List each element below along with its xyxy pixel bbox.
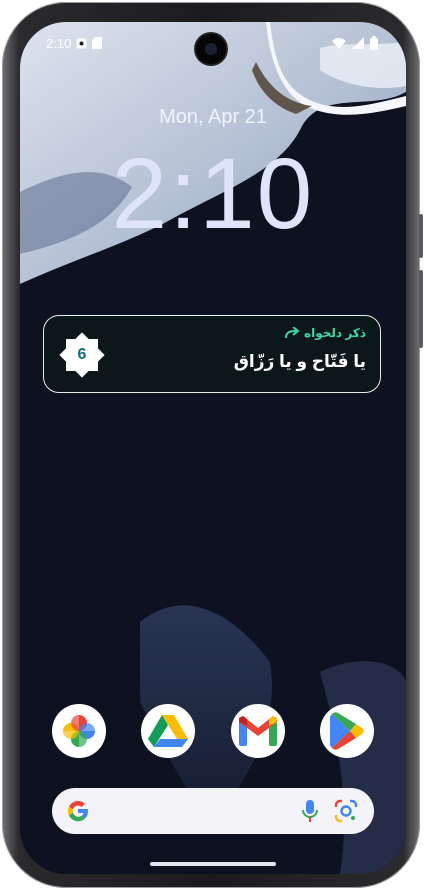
volume-button — [419, 270, 423, 348]
counter-badge: 6 — [54, 327, 110, 383]
google-drive-icon — [148, 715, 189, 747]
widget-subtitle-text: ذکر دلخواه — [304, 326, 366, 340]
counter-number: 6 — [77, 346, 87, 363]
play-store-app[interactable] — [319, 704, 374, 758]
home-gesture-bar[interactable] — [150, 862, 276, 866]
gmail-icon — [238, 716, 277, 746]
share-arrow-icon — [285, 327, 300, 339]
wifi-icon — [332, 37, 346, 49]
google-search-bar[interactable] — [52, 788, 374, 834]
sd-card-icon — [92, 37, 103, 49]
widget-subtitle: ذکر دلخواه — [284, 326, 366, 340]
status-time: 2:10 — [46, 35, 72, 51]
cellular-signal-icon — [352, 37, 364, 49]
zikr-widget[interactable]: 6 ذکر دلخواه یا فَتّاح و یا رَزّاق — [43, 315, 381, 393]
app-dock — [52, 704, 374, 758]
google-lens-icon[interactable] — [334, 799, 358, 823]
gmail-app[interactable] — [230, 704, 285, 758]
battery-icon — [370, 36, 378, 50]
phone-frame: 2:10 Mon, Apr 21 2:10 6 ذکر دلخواه یا فَ… — [2, 2, 423, 888]
front-camera — [196, 34, 226, 64]
google-drive-app[interactable] — [141, 704, 196, 758]
lock-date: Mon, Apr 21 — [159, 106, 267, 128]
google-photos-icon — [63, 715, 95, 747]
play-store-icon — [329, 712, 364, 750]
settings-notification-icon — [76, 38, 87, 48]
google-photos-app[interactable] — [52, 704, 106, 758]
power-button — [419, 214, 423, 258]
lock-clock: 2:10 — [111, 138, 315, 250]
microphone-icon[interactable] — [302, 799, 318, 823]
zikr-text: یا فَتّاح و یا رَزّاق — [233, 352, 366, 371]
google-g-icon — [67, 800, 88, 822]
lock-screen: 2:10 Mon, Apr 21 2:10 6 ذکر دلخواه یا فَ… — [20, 22, 406, 874]
